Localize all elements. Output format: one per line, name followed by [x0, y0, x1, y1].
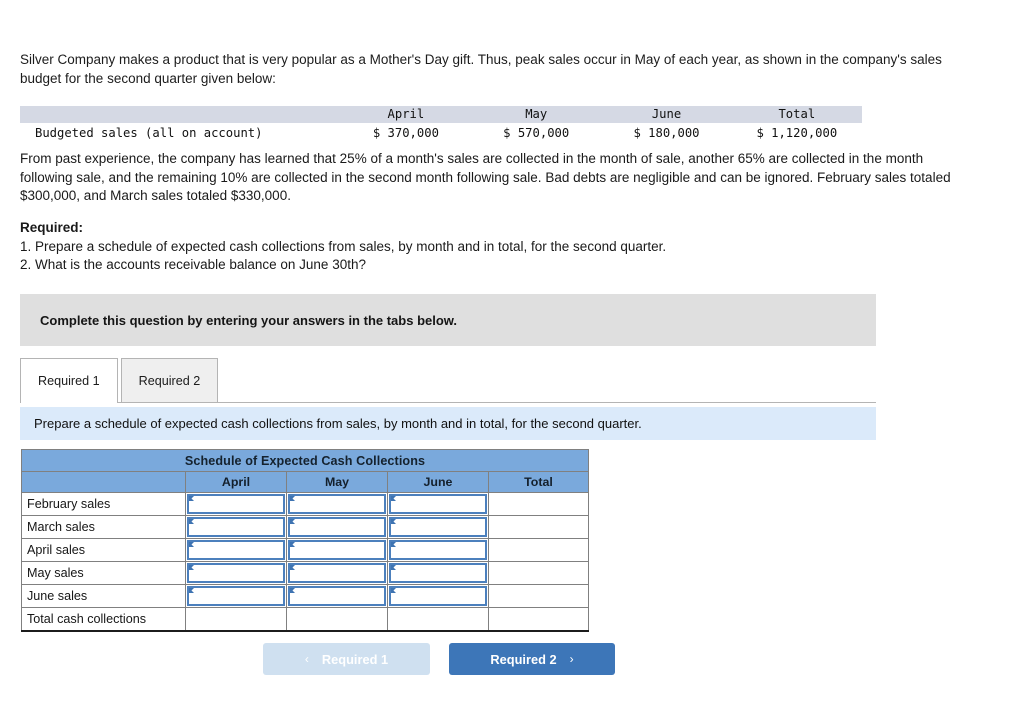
- input-april-june[interactable]: [387, 538, 489, 562]
- navigation-buttons: ‹ Required 1 Required 2 ›: [263, 643, 615, 675]
- budget-value-june: $ 180,000: [633, 126, 700, 140]
- budget-col-june: June: [601, 106, 732, 123]
- input-box[interactable]: [288, 586, 386, 606]
- input-february-april[interactable]: [185, 492, 287, 516]
- chevron-right-icon: ›: [569, 652, 574, 666]
- tab-required-2[interactable]: Required 2: [120, 358, 219, 402]
- row-label-june-sales: June sales: [21, 584, 186, 608]
- required-item-1: 1. Prepare a schedule of expected cash c…: [20, 238, 667, 254]
- input-box[interactable]: [187, 494, 285, 514]
- complete-question-banner: Complete this question by entering your …: [20, 294, 876, 346]
- value-total-april: [185, 607, 287, 632]
- next-button-label: Required 2: [490, 651, 557, 667]
- input-box[interactable]: [288, 563, 386, 583]
- input-april-may[interactable]: [286, 538, 388, 562]
- table-row: April sales: [21, 538, 589, 562]
- input-february-june[interactable]: [387, 492, 489, 516]
- input-february-may[interactable]: [286, 492, 388, 516]
- value-total-june: [387, 607, 489, 632]
- budgeted-sales-header: April May June Total: [20, 106, 862, 123]
- budget-value-april: $ 370,000: [372, 126, 439, 140]
- input-box[interactable]: [389, 586, 487, 606]
- tab-bar: Required 1 Required 2: [20, 358, 876, 403]
- input-april-april[interactable]: [185, 538, 287, 562]
- input-box[interactable]: [187, 540, 285, 560]
- input-march-june[interactable]: [387, 515, 489, 539]
- input-box[interactable]: [187, 563, 285, 583]
- input-box[interactable]: [288, 494, 386, 514]
- value-february-total: [488, 492, 589, 516]
- schedule-col-april: April: [185, 471, 287, 493]
- input-march-april[interactable]: [185, 515, 287, 539]
- chevron-left-icon: ‹: [304, 652, 309, 666]
- schedule-col-may: May: [286, 471, 388, 493]
- table-row: Budgeted sales (all on account) $ 370,00…: [20, 123, 862, 141]
- input-box[interactable]: [288, 540, 386, 560]
- table-row: March sales: [21, 515, 589, 539]
- value-total-total: [488, 607, 589, 632]
- previous-button-label: Required 1: [321, 651, 389, 667]
- tab-instruction-bar: Prepare a schedule of expected cash coll…: [20, 407, 876, 440]
- input-june-may[interactable]: [286, 584, 388, 608]
- tab-required-1-label: Required 1: [38, 373, 100, 388]
- table-row-total: Total cash collections: [21, 607, 589, 632]
- value-june-total: [488, 584, 589, 608]
- value-total-may: [286, 607, 388, 632]
- tab-required-1[interactable]: Required 1: [20, 358, 118, 403]
- budgeted-sales-body: Budgeted sales (all on account) $ 370,00…: [20, 123, 862, 141]
- table-row: May sales: [21, 561, 589, 585]
- row-label-february-sales: February sales: [21, 492, 186, 516]
- budget-row-label: Budgeted sales (all on account): [35, 126, 263, 140]
- required-block: Required: 1. Prepare a schedule of expec…: [20, 219, 920, 275]
- budget-col-blank: [20, 106, 341, 123]
- budget-col-total: Total: [731, 106, 862, 123]
- schedule-col-total: Total: [488, 471, 589, 493]
- schedule-col-blank: [21, 471, 186, 493]
- value-april-total: [488, 538, 589, 562]
- schedule-column-headers: April May June Total: [21, 471, 589, 493]
- input-box[interactable]: [288, 517, 386, 537]
- value-may-total: [488, 561, 589, 585]
- budget-value-total: $ 1,120,000: [756, 126, 838, 140]
- row-label-may-sales: May sales: [21, 561, 186, 585]
- input-box[interactable]: [187, 517, 285, 537]
- input-may-may[interactable]: [286, 561, 388, 585]
- value-march-total: [488, 515, 589, 539]
- previous-required-1-button[interactable]: ‹ Required 1: [263, 643, 430, 675]
- input-june-june[interactable]: [387, 584, 489, 608]
- budget-col-may: May: [471, 106, 602, 123]
- required-heading: Required:: [20, 220, 84, 235]
- row-label-april-sales: April sales: [21, 538, 186, 562]
- schedule-col-june: June: [387, 471, 489, 493]
- input-june-april[interactable]: [185, 584, 287, 608]
- tab-required-2-label: Required 2: [138, 373, 201, 388]
- row-label-total-cash-collections: Total cash collections: [21, 607, 186, 632]
- input-may-april[interactable]: [185, 561, 287, 585]
- budgeted-sales-table: April May June Total Budgeted sales (all…: [20, 106, 862, 141]
- input-box[interactable]: [187, 586, 285, 606]
- schedule-title-row: Schedule of Expected Cash Collections: [21, 449, 589, 472]
- row-label-march-sales: March sales: [21, 515, 186, 539]
- schedule-title: Schedule of Expected Cash Collections: [21, 449, 589, 472]
- next-required-2-button[interactable]: Required 2 ›: [449, 643, 615, 675]
- table-header-row: April May June Total: [20, 106, 862, 123]
- required-item-2: 2. What is the accounts receivable balan…: [20, 257, 366, 272]
- collection-details-paragraph: From past experience, the company has le…: [20, 151, 951, 203]
- table-row: June sales: [21, 584, 589, 608]
- input-box[interactable]: [389, 540, 487, 560]
- input-box[interactable]: [389, 517, 487, 537]
- table-row: February sales: [21, 492, 589, 516]
- input-box[interactable]: [389, 494, 487, 514]
- budget-col-april: April: [340, 106, 472, 123]
- input-box[interactable]: [389, 563, 487, 583]
- budget-value-may: $ 570,000: [503, 126, 570, 140]
- schedule-answer-table: Schedule of Expected Cash Collections Ap…: [21, 449, 589, 632]
- question-page: Silver Company makes a product that is v…: [0, 0, 1024, 710]
- input-may-june[interactable]: [387, 561, 489, 585]
- intro-paragraph: Silver Company makes a product that is v…: [20, 52, 942, 86]
- input-march-may[interactable]: [286, 515, 388, 539]
